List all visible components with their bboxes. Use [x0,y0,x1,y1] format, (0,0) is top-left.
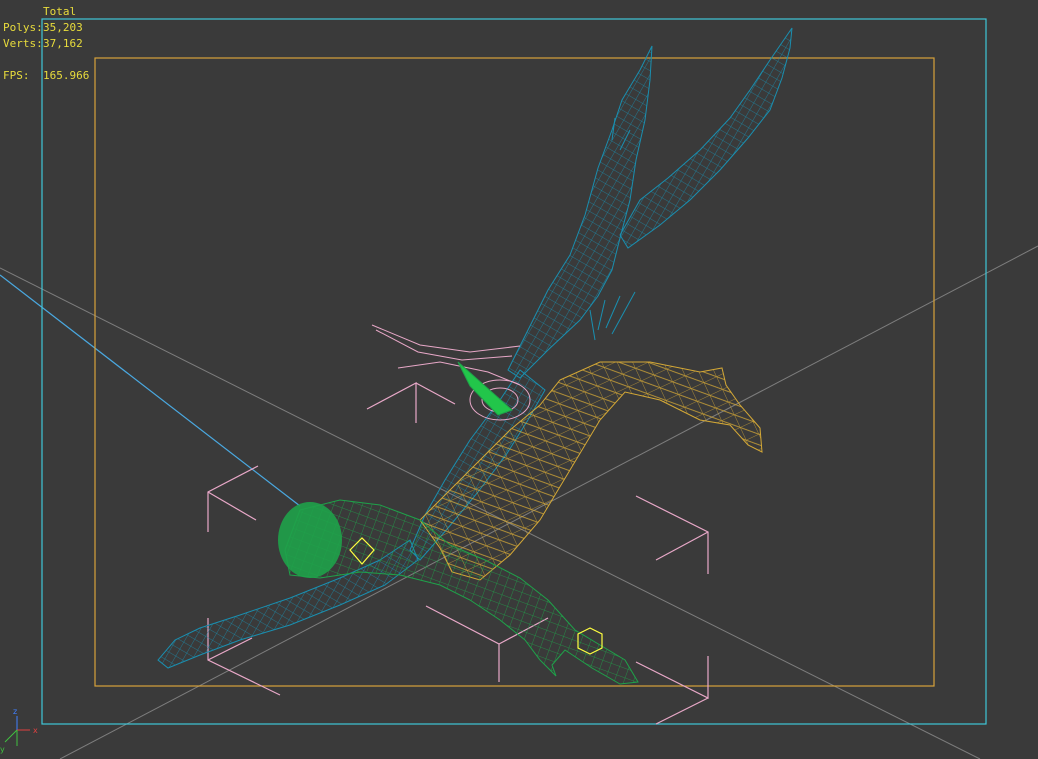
stats-polys: Polys: 35,203 [3,20,89,36]
viewport-statistics: Total Polys: 35,203 Verts: 37,162 FPS: 1… [3,4,89,84]
stats-verts: Verts: 37,162 [3,36,89,52]
viewport-perspective[interactable]: x y z Total Polys: 35,203 Verts: 37,162 … [0,0,1038,759]
axis-y-label: y [0,745,5,754]
axis-x-label: x [33,726,38,735]
fps-value: 165.966 [43,69,90,82]
verts-label: Verts: [3,37,43,50]
polys-value: 35,203 [43,21,83,34]
stats-fps: FPS: 165.966 [3,68,89,84]
hair-tuft-green [278,502,342,578]
axis-gizmo [4,716,30,746]
axis-z-label: z [13,707,17,716]
camera-ray [0,274,301,507]
scene-canvas[interactable]: x y z [0,0,1038,759]
polys-label: Polys: [3,21,43,34]
fps-label: FPS: [3,69,30,82]
verts-value: 37,162 [43,37,83,50]
stats-header: Total [43,5,77,18]
